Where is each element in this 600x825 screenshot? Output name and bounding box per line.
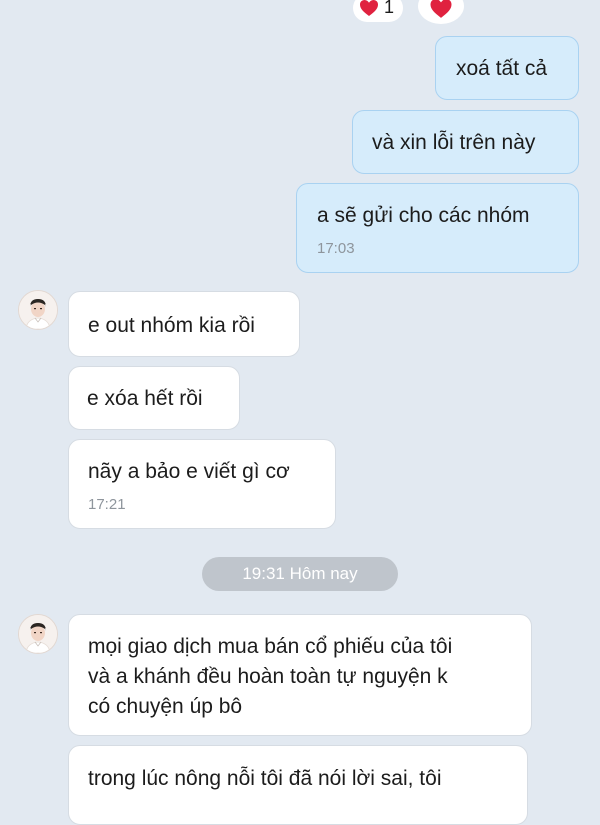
message-text-line: mọi giao dịch mua bán cổ phiếu của tôi (88, 635, 453, 658)
reaction-chip[interactable]: 1 (353, 0, 403, 22)
message-timestamp: 17:21 (88, 496, 126, 513)
chat-thread: 1 xoá tất cả và xin lỗi trên này a sẽ gử… (0, 0, 600, 825)
message-text-line: trong lúc nông nỗi tôi đã nói lời sai, t… (88, 767, 442, 790)
heart-icon (430, 0, 452, 18)
user-avatar-icon (19, 291, 57, 329)
message-text: và xin lỗi trên này (372, 131, 536, 154)
react-button[interactable] (418, 0, 464, 24)
message-text-line: và a khánh đều hoàn toàn tự nguyện k (88, 665, 448, 688)
incoming-message[interactable]: nãy a bảo e viết gì cơ 17:21 (68, 439, 336, 529)
message-timestamp: 17:03 (317, 240, 355, 257)
incoming-message[interactable]: mọi giao dịch mua bán cổ phiếu của tôi v… (68, 614, 532, 736)
outgoing-message[interactable]: a sẽ gửi cho các nhóm 17:03 (296, 183, 579, 273)
reaction-count: 1 (384, 0, 395, 17)
outgoing-message[interactable]: xoá tất cả (435, 36, 579, 100)
user-avatar-icon (19, 615, 57, 653)
message-text: e out nhóm kia rồi (88, 314, 255, 337)
date-divider: 19:31 Hôm nay (202, 557, 398, 591)
message-text: e xóa hết rồi (87, 387, 203, 410)
avatar[interactable] (18, 614, 58, 654)
message-text: xoá tất cả (456, 57, 548, 80)
outgoing-message[interactable]: và xin lỗi trên này (352, 110, 579, 174)
incoming-message[interactable]: trong lúc nông nỗi tôi đã nói lời sai, t… (68, 745, 528, 825)
heart-icon (360, 0, 378, 16)
incoming-message[interactable]: e xóa hết rồi (68, 366, 240, 430)
message-text: a sẽ gửi cho các nhóm (317, 204, 530, 227)
message-text: nãy a bảo e viết gì cơ (88, 460, 290, 483)
message-text-line: có chuyện úp bô (88, 695, 243, 718)
avatar[interactable] (18, 290, 58, 330)
incoming-message[interactable]: e out nhóm kia rồi (68, 291, 300, 357)
